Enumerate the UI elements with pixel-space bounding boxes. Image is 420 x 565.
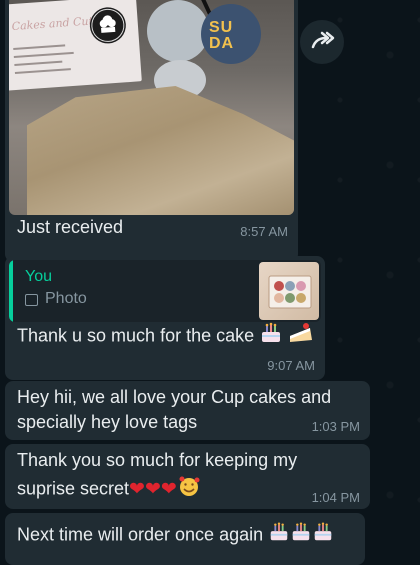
chef-logo-icon xyxy=(88,6,128,45)
message-line: Thank you so much for keeping my xyxy=(17,450,298,470)
forward-button[interactable] xyxy=(300,20,344,64)
red-heart-icon: ❤ xyxy=(144,479,161,500)
message-time: 9:07 AM xyxy=(267,358,315,373)
message-photo[interactable]: Cakes and Cuts SU DA xyxy=(9,0,294,215)
card-text-line xyxy=(14,68,71,74)
message-line: Hey hii, we all love your Cup cakes and xyxy=(17,387,332,407)
card-text-line xyxy=(13,44,66,51)
message-line: Next time will order once again xyxy=(17,524,264,545)
photo-business-card: Cakes and Cuts xyxy=(9,0,142,91)
photo-card-title: Cakes and Cuts xyxy=(11,14,99,34)
quoted-message[interactable]: You Photo xyxy=(9,260,321,322)
reply-text: Thank u so much for the cake xyxy=(17,325,255,346)
card-text-line xyxy=(13,51,74,59)
image-message-bubble[interactable]: Cakes and Cuts SU DA Just received 8:57 … xyxy=(5,0,298,262)
card-text-line xyxy=(14,60,63,66)
quote-accent-bar xyxy=(9,260,13,322)
birthday-cake-icon xyxy=(268,521,290,550)
message-line-with-emoji: Next time will order once again xyxy=(17,521,334,550)
kraft-paper xyxy=(27,86,294,215)
message-line: suprise secret xyxy=(17,478,130,499)
smiling-face-with-hearts-icon xyxy=(177,475,201,504)
image-caption: Just received xyxy=(17,217,124,237)
cupcake xyxy=(147,0,209,62)
cake-slice-icon xyxy=(288,322,314,351)
message-time: 8:57 AM xyxy=(240,224,288,239)
birthday-cake-icon xyxy=(259,322,283,351)
message-line-with-emoji: suprise secret❤❤❤ xyxy=(17,475,201,504)
birthday-cake-icon xyxy=(290,521,312,550)
message-time: 1:04 PM xyxy=(311,490,360,505)
forward-icon xyxy=(311,31,335,49)
text-message-bubble[interactable]: Hey hii, we all love your Cup cakes and … xyxy=(5,381,370,440)
message-line: specially hey love tags xyxy=(17,412,198,432)
reply-message-bubble[interactable]: You Photo Thank u so much for the cake 9… xyxy=(5,256,325,380)
text-message-bubble[interactable]: Thank you so much for keeping my suprise… xyxy=(5,444,370,509)
photo-tag-text: SU DA xyxy=(209,19,235,52)
message-time: 1:03 PM xyxy=(311,419,360,434)
quoted-sender: You xyxy=(25,268,52,285)
photo-icon xyxy=(25,294,38,306)
cupcake-tag: SU DA xyxy=(201,4,261,64)
quoted-type: Photo xyxy=(45,290,87,307)
text-message-bubble[interactable]: Next time will order once again xyxy=(5,513,365,565)
birthday-cake-icon xyxy=(312,521,334,550)
red-heart-icon: ❤ xyxy=(129,479,145,500)
red-heart-icon: ❤ xyxy=(160,479,177,500)
reply-text-line: Thank u so much for the cake xyxy=(17,322,314,351)
quoted-thumbnail xyxy=(259,262,319,320)
